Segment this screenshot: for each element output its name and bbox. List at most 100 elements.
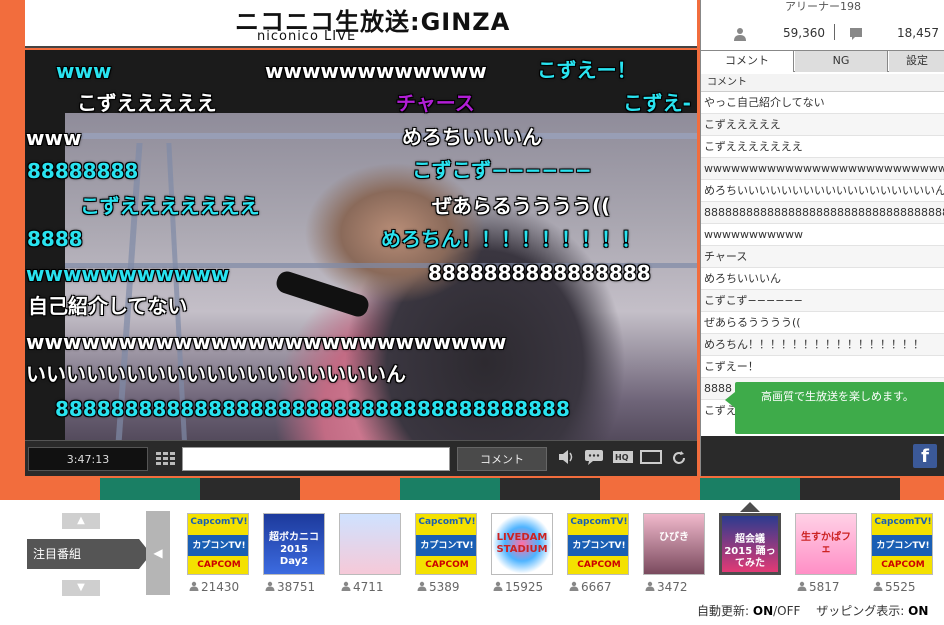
- auto-update-label: 自動更新:: [697, 604, 750, 618]
- scroll-up-button[interactable]: ▲: [62, 513, 100, 529]
- program-thumbnail[interactable]: CapcomTV! カプコンTV! CAPCOM: [871, 513, 933, 575]
- comment-input[interactable]: [182, 447, 450, 471]
- zapping-on[interactable]: ON: [908, 604, 928, 618]
- band-segment: [700, 478, 800, 500]
- viewer-count: 3472: [645, 580, 688, 594]
- stage-pillar: [113, 143, 143, 440]
- danmaku-comment: 8888888888888888888888888888888888888: [55, 397, 570, 421]
- danmaku-comment: めろちん！！！！！！！！！: [381, 227, 641, 251]
- reload-icon[interactable]: [668, 449, 690, 469]
- comment-row[interactable]: こずえー！: [701, 356, 944, 378]
- comment-submit-button[interactable]: コメント: [457, 447, 547, 471]
- tab-ng[interactable]: NG: [795, 51, 888, 72]
- danmaku-comment: wwwwwwwwwwww: [265, 59, 487, 83]
- panel-footer: f: [701, 436, 944, 476]
- thumbnail-text: 生すかぱフェ: [801, 532, 851, 555]
- program-thumbnail[interactable]: 超会議2015 踊ってみた: [719, 513, 781, 575]
- viewer-icon: [873, 580, 885, 594]
- viewer-count: 5389: [417, 580, 460, 594]
- comment-toggle-icon[interactable]: [583, 449, 605, 469]
- tab-settings[interactable]: 設定: [889, 51, 944, 72]
- program-thumbnail[interactable]: LIVEDAM STADIUM: [491, 513, 553, 575]
- thumbnail-text: カプコンTV!: [192, 541, 246, 551]
- comment-row[interactable]: wwwwwwwwwww: [701, 224, 944, 246]
- comment-row[interactable]: wwwwwwwwwwwwwwwwwwwwwwwwwwwwwwwwwwwwwww: [701, 158, 944, 180]
- viewer-count-value: 3472: [657, 580, 688, 594]
- viewer-count: 5817: [797, 580, 840, 594]
- program-thumbnail[interactable]: CapcomTV! カプコンTV! CAPCOM: [187, 513, 249, 575]
- band-segment: [0, 478, 100, 500]
- viewer-count-value: 4711: [353, 580, 384, 594]
- danmaku-comment: 8888888888888888: [428, 261, 651, 285]
- volume-icon[interactable]: [555, 449, 577, 469]
- seat-label: アリーナー198: [785, 0, 861, 13]
- program-thumbnail[interactable]: ひびき: [643, 513, 705, 575]
- comment-row[interactable]: 8888888888888888888888888888888888888888…: [701, 202, 944, 224]
- stats-row: 59,360 18,457: [701, 20, 944, 46]
- facebook-share-button[interactable]: f: [913, 444, 937, 468]
- viewer-icon: [493, 580, 505, 594]
- band-segment: [300, 478, 400, 500]
- viewer-count: 38751: [265, 580, 315, 594]
- thumbnail-text: 超会議2015 踊ってみた: [724, 534, 776, 569]
- viewer-count: 4711: [341, 580, 384, 594]
- danmaku-comment: 88888888: [27, 159, 139, 183]
- grid-icon[interactable]: [155, 449, 177, 469]
- comment-row[interactable]: こずえええええええ: [701, 136, 944, 158]
- comment-row[interactable]: チャース: [701, 246, 944, 268]
- comment-row[interactable]: めろちん！！！！！！！！！！！！！！！！: [701, 334, 944, 356]
- band-segment: [200, 478, 300, 500]
- program-thumbnail[interactable]: 生すかぱフェ: [795, 513, 857, 575]
- thumbnail-text: ひびき: [659, 532, 689, 543]
- band-segment: [600, 478, 700, 500]
- logo-bar: ニコニコ生放送:GINZA niconico LIVE: [25, 0, 697, 48]
- danmaku-comment: めろちいいいん: [402, 125, 542, 149]
- hq-icon[interactable]: HQ: [612, 449, 634, 469]
- viewer-count-value: 15925: [505, 580, 544, 594]
- viewer-icon: [645, 580, 657, 594]
- program-thumbnail[interactable]: CapcomTV! カプコンTV! CAPCOM: [415, 513, 477, 575]
- featured-programs: ▲ 注目番組 ▼ ◀ CapcomTV! カプコンTV! CAPCOM 21430 超ボ…: [0, 500, 944, 625]
- auto-update-on[interactable]: ON: [753, 604, 773, 618]
- viewer-icon: [797, 580, 809, 594]
- program-thumbnail[interactable]: 超ボカニコ 2015 Day2: [263, 513, 325, 575]
- danmaku-comment: こずこず−−−−−−: [412, 158, 592, 182]
- site-logo-sub: niconico LIVE: [257, 29, 357, 44]
- danmaku-comment: 自己紹介してない: [28, 294, 188, 318]
- video-player: www wwwwwwwwwwww こずえー！ こずえええええ チャース こずえ-www めろ…: [25, 50, 697, 440]
- band-segment: [400, 478, 500, 500]
- comment-row[interactable]: ぜあらるうううう((: [701, 312, 944, 334]
- viewer-icon: [189, 580, 201, 594]
- danmaku-comment: こずえ-: [623, 91, 691, 115]
- comment-row[interactable]: めろちいいいいいいいいいいいいいいいいいいん: [701, 180, 944, 202]
- comment-column-header: コメント: [701, 74, 944, 92]
- viewer-count-value: 38751: [277, 580, 316, 594]
- screen-icon[interactable]: [640, 449, 662, 469]
- thumbnail-text: CapcomTV!: [190, 517, 248, 527]
- comment-row[interactable]: こずこず−−−−−−: [701, 290, 944, 312]
- viewer-count: 6667: [569, 580, 612, 594]
- danmaku-comment: wwwwwwwwwww: [26, 262, 230, 286]
- thumbnail-text: 超ボカニコ 2015 Day2: [269, 532, 319, 567]
- active-marker: [740, 502, 760, 512]
- tab-comments[interactable]: コメント: [701, 51, 794, 72]
- auto-update-off[interactable]: /OFF: [773, 604, 800, 618]
- viewer-count-value: 21430: [201, 580, 240, 594]
- danmaku-comment: www: [26, 126, 82, 150]
- scroll-down-button[interactable]: ▼: [62, 580, 100, 596]
- comment-row[interactable]: こずえええええ: [701, 114, 944, 136]
- viewer-icon: [341, 580, 353, 594]
- stage-bar: [65, 133, 697, 139]
- viewer-count: 21430: [189, 580, 239, 594]
- auto-update-toggle[interactable]: 自動更新: ON/OFF ザッピング表示: ON: [697, 602, 928, 619]
- program-thumbnail[interactable]: CapcomTV! カプコンTV! CAPCOM: [567, 513, 629, 575]
- thumbnail-text: CAPCOM: [197, 560, 241, 570]
- prev-programs-button[interactable]: ◀: [146, 511, 170, 595]
- danmaku-comment: こずえー！: [537, 58, 637, 82]
- panel-tabs: コメント NG 設定: [701, 50, 944, 72]
- comment-list[interactable]: やっこ自己紹介してない こずえええええ こずえええええええ wwwwwwwwwwwww…: [701, 92, 944, 417]
- comment-row[interactable]: めろちいいいん: [701, 268, 944, 290]
- comment-row[interactable]: やっこ自己紹介してない: [701, 92, 944, 114]
- program-thumbnail[interactable]: [339, 513, 401, 575]
- band-segment: [900, 478, 944, 500]
